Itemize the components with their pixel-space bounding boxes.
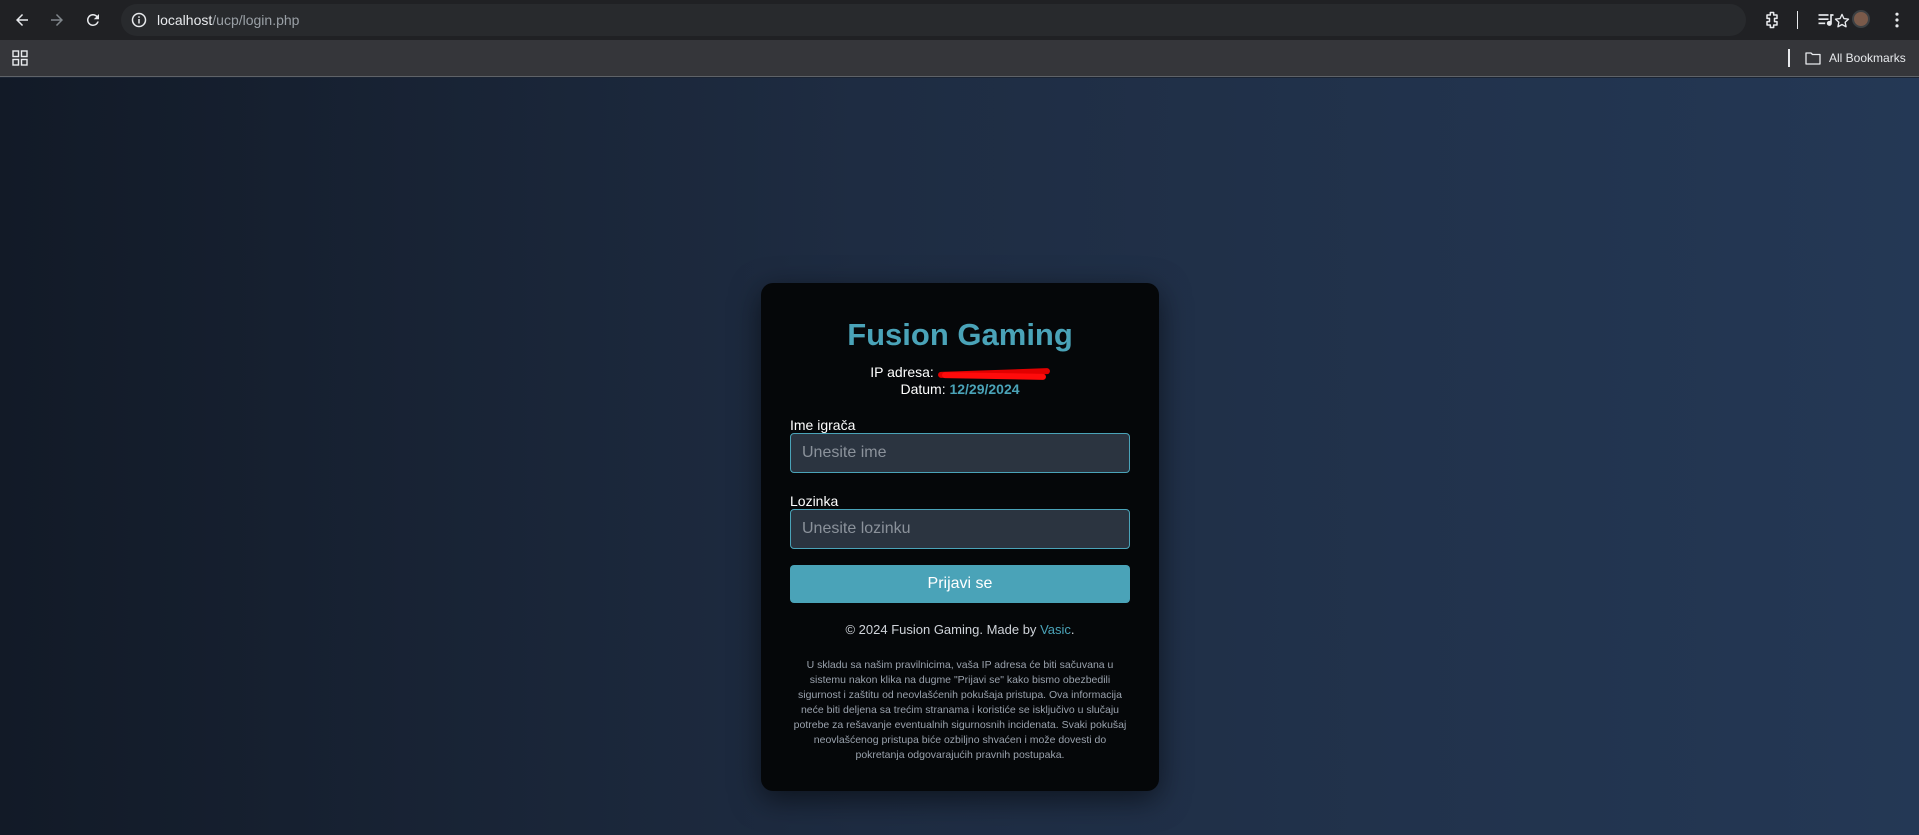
apps-grid-icon[interactable] bbox=[12, 50, 28, 66]
forward-arrow-icon bbox=[51, 14, 63, 26]
folder-icon[interactable] bbox=[1805, 51, 1821, 65]
all-bookmarks-button[interactable]: All Bookmarks bbox=[1829, 51, 1906, 65]
url-host: localhost bbox=[157, 12, 213, 28]
copyright-period: . bbox=[1070, 622, 1075, 637]
url-text[interactable]: localhost/ucp/login.php bbox=[157, 12, 299, 28]
ip-notice: U skladu sa našim pravilnicima, vaša IP … bbox=[793, 659, 1127, 761]
date-label: Datum: bbox=[900, 381, 946, 397]
date-value: 12/29/2024 bbox=[949, 381, 1020, 397]
ip-address-line: IP adresa: bbox=[761, 364, 1159, 380]
login-card: Fusion Gaming IP adresa: Datum: 12/29/20… bbox=[761, 283, 1159, 791]
url-path: /ucp/login.php bbox=[212, 12, 300, 28]
login-button[interactable]: Prijavi se bbox=[790, 565, 1130, 603]
reload-icon bbox=[86, 13, 99, 26]
copyright-line: © 2024 Fusion Gaming. Made by Vasic. bbox=[761, 622, 1159, 637]
ip-redaction bbox=[938, 368, 1050, 379]
password-label: Lozinka bbox=[790, 493, 839, 509]
address-bar[interactable]: localhost/ucp/login.php bbox=[121, 4, 1850, 36]
page-background: Fusion Gaming IP adresa: Datum: 12/29/20… bbox=[0, 78, 1919, 835]
reload-button[interactable] bbox=[81, 8, 105, 32]
forward-button[interactable] bbox=[45, 8, 69, 32]
copyright-text: © 2024 Fusion Gaming. Made by bbox=[845, 622, 1037, 637]
author-link[interactable]: Vasic bbox=[1040, 622, 1071, 637]
username-label: Ime igrača bbox=[790, 417, 856, 433]
password-input[interactable] bbox=[790, 509, 1130, 549]
more-vert-icon[interactable] bbox=[1887, 10, 1907, 30]
browser-toolbar: localhost/ucp/login.php bbox=[0, 0, 1919, 40]
info-icon[interactable] bbox=[131, 12, 147, 28]
toolbar-divider bbox=[1797, 11, 1798, 29]
bookmarks-bar: All Bookmarks bbox=[0, 40, 1919, 77]
extensions-icon[interactable] bbox=[1762, 10, 1782, 30]
ip-label: IP adresa: bbox=[870, 364, 934, 380]
media-queue-icon[interactable] bbox=[1816, 10, 1836, 30]
back-button[interactable] bbox=[10, 8, 34, 32]
username-input[interactable] bbox=[790, 433, 1130, 473]
brand-title: Fusion Gaming bbox=[847, 317, 1073, 352]
back-arrow-icon bbox=[16, 14, 28, 26]
bookmarks-divider bbox=[1788, 49, 1790, 67]
date-line: Datum: 12/29/2024 bbox=[761, 381, 1159, 397]
profile-avatar[interactable] bbox=[1852, 10, 1870, 28]
